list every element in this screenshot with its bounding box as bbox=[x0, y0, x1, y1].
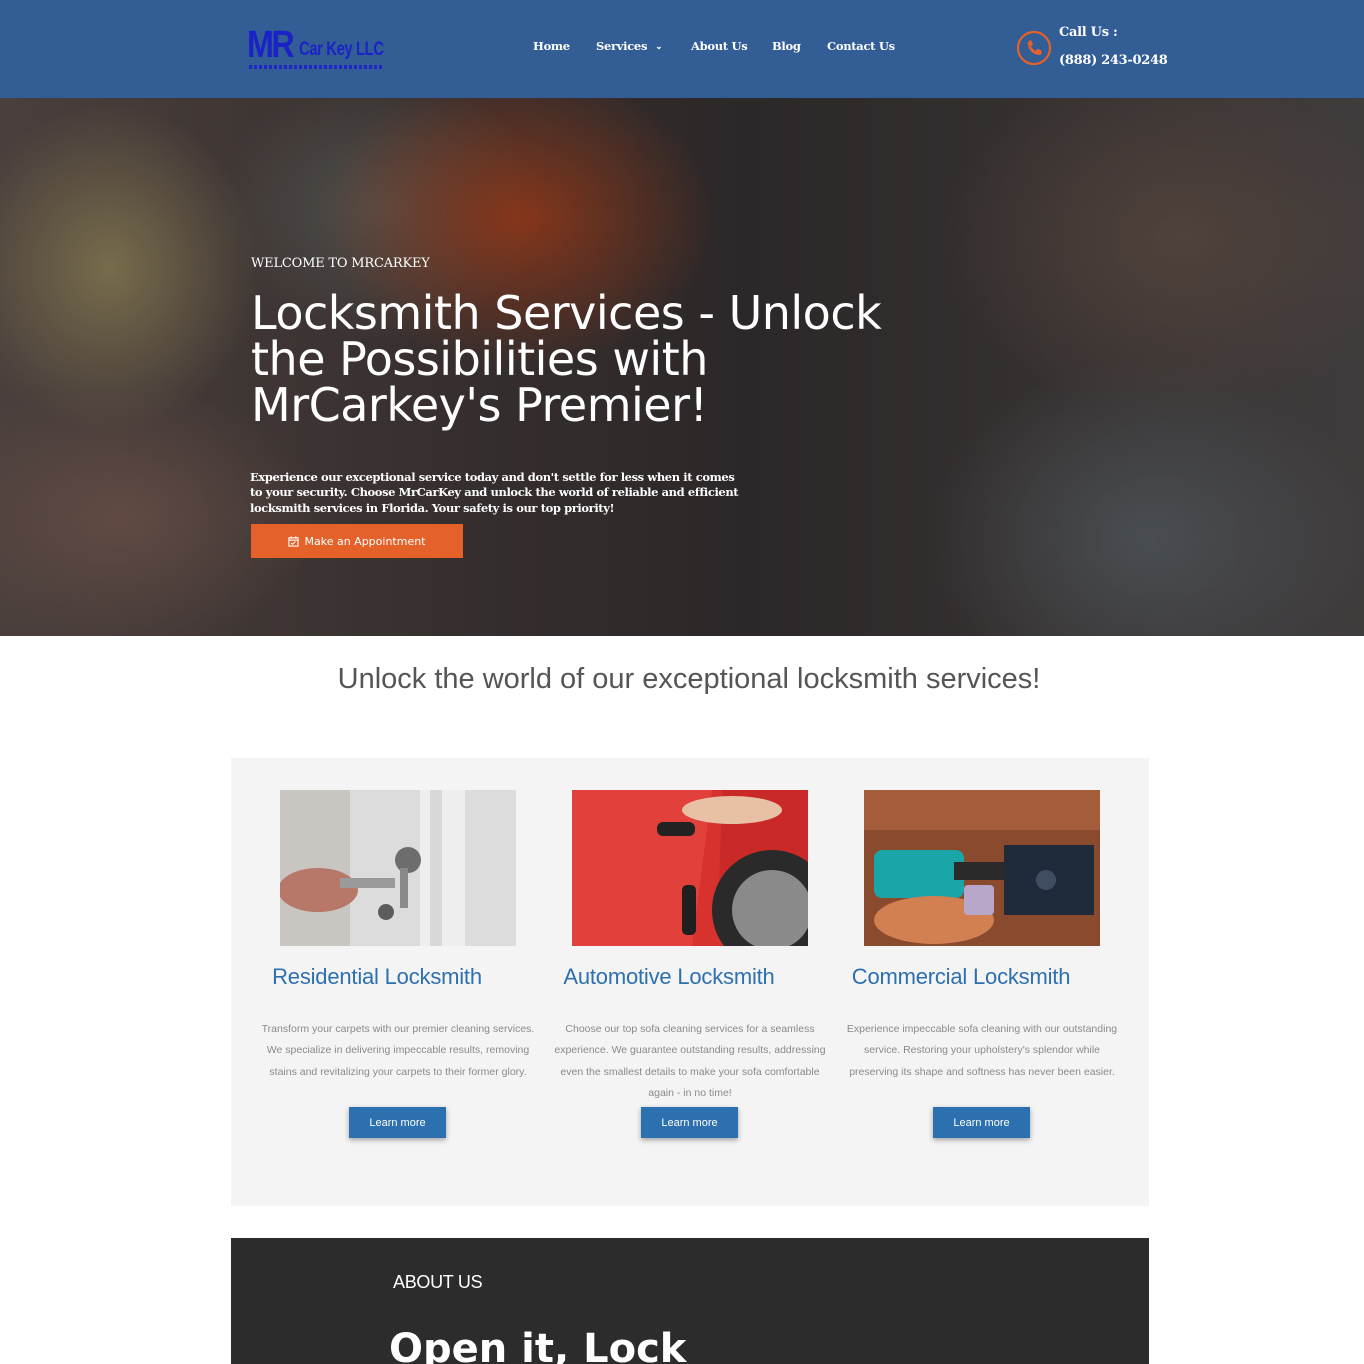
service-card-commercial: Commercial Locksmith Experience impeccab… bbox=[815, 758, 1117, 1206]
card-title-commercial: Commercial Locksmith bbox=[851, 964, 1071, 989]
card-description-automotive: Choose our top sofa cleaning services fo… bbox=[554, 1022, 826, 1100]
site-logo[interactable]: MR Car Key LLC bbox=[247, 24, 387, 73]
hero-eyebrow: WELCOME TO MRCARKEY bbox=[251, 256, 430, 271]
logo-name-text: Car Key LLC bbox=[299, 39, 384, 60]
logo-tagline-strip bbox=[249, 65, 383, 69]
nav-services-label: Services bbox=[596, 39, 648, 53]
hero-title: Locksmith Services - Unlock the Possibil… bbox=[251, 286, 882, 432]
make-appointment-label: Make an Appointment bbox=[304, 534, 426, 548]
about-section: ABOUT US Open it, Lock bbox=[231, 1238, 1149, 1364]
residential-locksmith-image bbox=[280, 790, 516, 946]
service-card-automotive: Automotive Locksmith Choose our top sofa… bbox=[523, 758, 826, 1206]
services-heading: Unlock the world of our exceptional lock… bbox=[337, 663, 1041, 695]
hero-section: WELCOME TO MRCARKEY Locksmith Services -… bbox=[0, 98, 1364, 636]
learn-more-commercial-button[interactable]: Learn more bbox=[933, 1107, 1030, 1138]
service-card-residential: Residential Locksmith Transform your car… bbox=[231, 758, 534, 1206]
phone-number-link[interactable]: (888) 243-0248 bbox=[1059, 53, 1168, 68]
logo-mr-text: MR bbox=[247, 24, 295, 66]
make-appointment-button[interactable]: Make an Appointment bbox=[251, 524, 463, 558]
nav-services[interactable]: Services ⌄ bbox=[596, 39, 663, 53]
site-header: MR Car Key LLC Home Services ⌄ About Us B… bbox=[0, 0, 1364, 98]
nav-contact-us[interactable]: Contact Us bbox=[827, 39, 895, 53]
commercial-locksmith-image bbox=[864, 790, 1100, 946]
learn-more-automotive-button[interactable]: Learn more bbox=[641, 1107, 738, 1138]
services-panel: Residential Locksmith Transform your car… bbox=[231, 758, 1149, 1206]
hero-description: Experience our exceptional service today… bbox=[250, 469, 739, 515]
card-title-residential: Residential Locksmith bbox=[272, 964, 482, 989]
automotive-locksmith-image bbox=[572, 790, 808, 946]
nav-about-us[interactable]: About Us bbox=[691, 39, 748, 53]
about-title: Open it, Lock bbox=[389, 1326, 687, 1364]
about-label: ABOUT US bbox=[393, 1272, 483, 1292]
calendar-icon bbox=[288, 535, 300, 547]
card-description-commercial: Experience impeccable sofa cleaning with… bbox=[846, 1022, 1118, 1078]
card-description-residential: Transform your carpets with our premier … bbox=[261, 1022, 535, 1078]
card-title-automotive: Automotive Locksmith bbox=[563, 964, 775, 989]
nav-home[interactable]: Home bbox=[533, 39, 570, 53]
call-us-label: Call Us : bbox=[1059, 25, 1118, 40]
nav-blog[interactable]: Blog bbox=[772, 39, 801, 53]
phone-icon[interactable] bbox=[1016, 30, 1052, 66]
chevron-down-icon: ⌄ bbox=[655, 42, 663, 52]
learn-more-residential-button[interactable]: Learn more bbox=[349, 1107, 446, 1138]
